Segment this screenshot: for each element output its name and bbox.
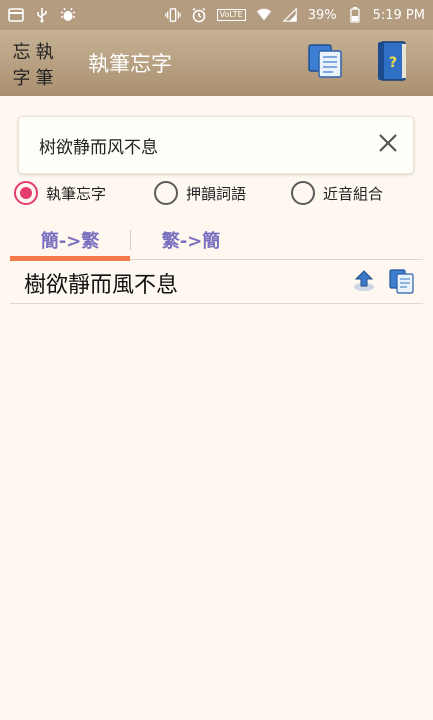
svg-text:?: ? [389,55,397,71]
battery-charging-icon [347,7,363,23]
mode-radio-rhyme[interactable]: 押韻詞語 [154,181,291,205]
share-upload-icon [351,268,377,298]
logo-char: 字 [12,68,31,89]
conversion-tabs: 簡->繁 繁->簡 [10,220,423,261]
radio-label: 近音組合 [323,184,384,203]
radio-label: 押韻詞語 [186,184,247,203]
copy-pages-icon [306,41,346,85]
tab-traditional-to-simplified[interactable]: 繁->簡 [131,220,251,260]
volte-badge: VoLTE [216,9,246,21]
sim-card-icon [8,7,24,23]
search-box [18,116,414,174]
app-bar: 忘 執 字 筆 執筆忘字 ? [0,30,433,96]
mode-radio-write[interactable]: 執筆忘字 [14,181,154,205]
cell-signal-icon [282,7,298,23]
status-left-icons [8,7,76,23]
debug-bug-icon [60,7,76,23]
alarm-clock-icon [191,7,207,23]
logo-char: 忘 [12,42,31,63]
vibrate-icon [164,7,181,23]
result-text: 樹欲靜而風不息 [24,272,179,298]
help-button[interactable]: ? [367,38,417,88]
mode-radio-group: 執筆忘字 押韻詞語 近音組合 [14,178,424,208]
app-logo: 忘 執 字 筆 [0,30,64,96]
radio-label: 執筆忘字 [46,184,107,203]
copy-result-button[interactable] [385,266,419,300]
help-book-icon: ? [374,39,410,87]
clear-search-button[interactable] [363,120,413,170]
status-right-icons: VoLTE 39% 5:19 PM [164,7,425,23]
radio-unchecked-icon [291,181,315,205]
mode-radio-homophone[interactable]: 近音組合 [291,181,383,205]
copy-pages-icon [388,267,416,299]
logo-char: 筆 [35,68,54,89]
usb-icon [34,7,50,23]
wifi-icon [256,7,272,23]
radio-unchecked-icon [154,181,178,205]
clock-time: 5:19 PM [372,7,425,23]
search-input[interactable] [19,117,363,173]
share-result-button[interactable] [347,266,381,300]
battery-percent: 39% [307,7,337,23]
result-row: 樹欲靜而風不息 [10,262,423,304]
logo-char: 執 [35,42,54,63]
close-icon [378,133,398,157]
radio-checked-icon [14,181,38,205]
status-bar: VoLTE 39% 5:19 PM [0,0,433,30]
tab-simplified-to-traditional[interactable]: 簡->繁 [10,220,130,261]
copy-history-button[interactable] [301,38,351,88]
app-title: 執筆忘字 [88,52,172,76]
